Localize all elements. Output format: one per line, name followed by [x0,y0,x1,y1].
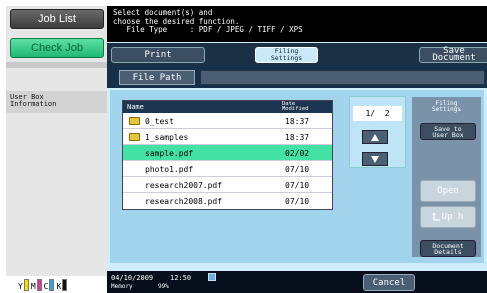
save-to-user-box-button[interactable]: Save to User Box [420,123,476,140]
toner-yellow: Y [18,278,29,291]
list-item[interactable]: photo1.pdf 07/10 [123,161,332,177]
tab-filing-settings[interactable]: Filing Settings [255,47,318,63]
item-date: 07/10 [285,165,310,174]
status-bar: 04/10/2009 12:50 Memory 99% Cancel [107,271,487,293]
page-up-button[interactable] [362,130,388,144]
main-panel: Select document(s) and choose the desired… [107,6,487,293]
document-details-button[interactable]: Document Details [420,240,476,257]
toner-levels: Y M C K [6,276,107,293]
left-divider [6,62,107,68]
up-button-label: Up h [441,212,464,222]
item-name: research2008.pdf [145,197,223,206]
item-name: research2007.pdf [145,181,223,190]
file-list: Name Date Modified 0_test 18:37 1_sample… [122,100,333,210]
toner-bar-magenta [36,278,42,291]
status-date-time: 04/10/2009 12:50 [111,274,192,282]
item-name: 1_samples [145,133,189,142]
list-header: Name Date Modified [123,101,332,113]
filing-settings-title: Filing Settings [432,100,461,113]
list-item[interactable]: 1_samples 18:37 [123,129,332,145]
item-name: sample.pdf [145,149,194,158]
tab-save-document[interactable]: Save Document [419,47,487,63]
network-icon [208,273,216,281]
up-level-icon [432,213,440,221]
list-item[interactable]: 0_test 18:37 [123,113,332,129]
header-date-modified: Date Modified [282,101,309,112]
item-date: 07/10 [285,181,310,190]
function-tabs: Print Filing Settings Save Document [107,43,487,65]
cancel-button[interactable]: Cancel [363,274,415,291]
item-date: 18:37 [285,117,310,126]
item-name: 0_test [145,117,174,126]
page-down-button[interactable] [362,152,388,166]
check-job-button[interactable]: Check Job [10,38,104,58]
file-path-button[interactable]: File Path [119,70,195,85]
folder-icon [129,133,140,141]
toner-bar-cyan [49,278,55,291]
toner-letter-k: K [56,281,62,291]
save-to-user-box-label: Save to User Box [432,124,464,139]
toner-magenta: M [30,278,42,291]
document-details-label: Document Details [432,241,464,256]
item-date: 02/02 [285,149,310,158]
tab-print[interactable]: Print [111,47,205,63]
toner-letter-y: Y [18,281,23,291]
list-item[interactable]: research2008.pdf 07/10 [123,193,332,209]
left-panel: Job List Check Job User Box Information … [6,6,107,293]
item-name: photo1.pdf [145,165,194,174]
filing-settings-panel: Filing Settings Save to User Box Open Up… [412,97,481,257]
toner-letter-m: M [30,281,36,291]
user-box-info-label: User Box Information [10,93,57,108]
toner-cyan: C [43,278,55,291]
message-line-3: File Type : PDF / JPEG / TIFF / XPS [113,25,303,34]
content-area: Name Date Modified 0_test 18:37 1_sample… [110,90,484,263]
folder-icon [129,117,140,125]
instruction-message: Select document(s) and choose the desired… [107,6,487,42]
toner-bar-yellow [23,278,29,291]
list-item-selected[interactable]: sample.pdf 02/02 [123,145,332,161]
user-box-information-button[interactable]: User Box Information [6,91,107,113]
header-name: Name [127,103,144,111]
up-button[interactable]: Up h [420,206,476,228]
list-item[interactable]: research2007.pdf 07/10 [123,177,332,193]
item-date: 07/10 [285,197,310,206]
job-list-button[interactable]: Job List [10,9,104,29]
item-date: 18:37 [285,133,310,142]
toner-bar-black [62,278,68,291]
file-path-field [200,70,485,85]
page-indicator: 1/ 2 [353,106,402,121]
file-path-bar: File Path [107,65,487,88]
open-button[interactable]: Open [420,180,476,202]
toner-black: K [56,278,68,291]
tab-filing-label: Filing Settings [270,47,303,62]
page-navigator: 1/ 2 [349,96,406,168]
toner-letter-c: C [43,281,49,291]
arrow-up-icon [371,133,379,141]
status-memory: Memory 99% [111,283,169,290]
arrow-down-icon [371,155,379,163]
